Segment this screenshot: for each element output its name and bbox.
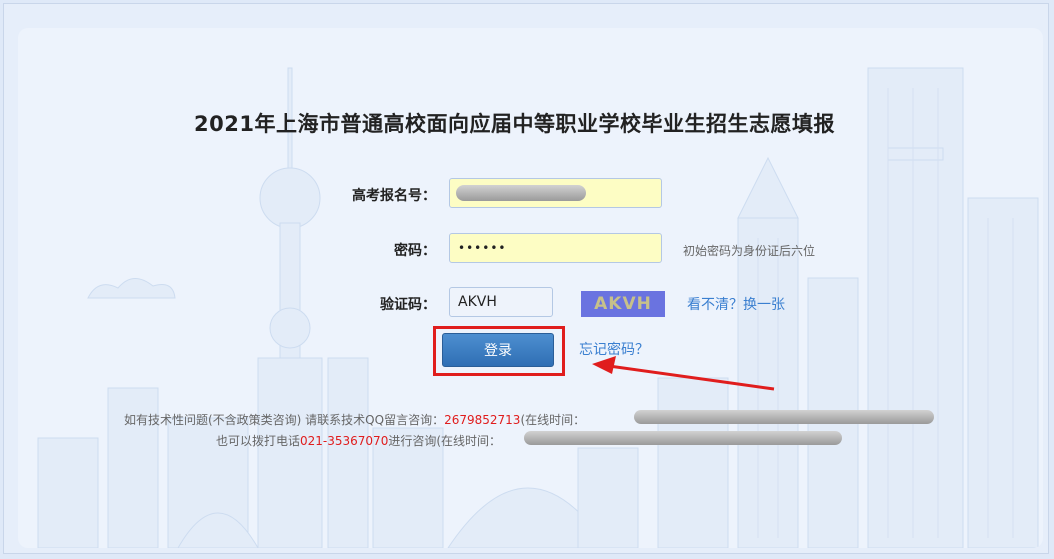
- redaction-bar: [634, 410, 934, 424]
- page-title: 2021年上海市普通高校面向应届中等职业学校毕业生招生志愿填报: [194, 112, 835, 136]
- captcha-label: 验证码：: [380, 297, 436, 313]
- password-value: ••••••: [458, 241, 507, 255]
- captcha-image[interactable]: AKVH: [581, 291, 665, 317]
- forgot-password-link[interactable]: 忘记密码？: [579, 339, 649, 359]
- page-frame: 2021年上海市普通高校面向应届中等职业学校毕业生招生志愿填报 高考报名号： 2…: [3, 3, 1049, 554]
- footer-line1-suffix: (在线时间：: [520, 413, 586, 427]
- password-hint: 初始密码为身份证后六位: [683, 244, 816, 258]
- footer-line-2: 也可以拨打电话021-35367070进行咨询(在线时间：: [216, 432, 501, 449]
- captcha-input[interactable]: AKVH: [449, 287, 553, 317]
- redaction-bar: [456, 185, 586, 201]
- footer-line1-prefix: 如有技术性问题(不含政策类咨询) 请联系技术QQ留言咨询：: [124, 413, 445, 427]
- captcha-value: AKVH: [458, 294, 497, 310]
- captcha-refresh-link[interactable]: 看不清？换一张: [687, 294, 785, 314]
- phone-number: 021-35367070: [300, 434, 389, 448]
- footer-line-1: 如有技术性问题(不含政策类咨询) 请联系技术QQ留言咨询：2679852713(…: [124, 411, 585, 428]
- footer-line2-suffix: 进行咨询(在线时间：: [388, 434, 502, 448]
- password-label: 密码：: [394, 243, 436, 259]
- login-button[interactable]: 登录: [442, 333, 554, 367]
- footer-line2-prefix: 也可以拨打电话: [216, 434, 301, 448]
- redaction-bar: [524, 431, 842, 445]
- password-input[interactable]: ••••••: [449, 233, 662, 263]
- exam-id-label: 高考报名号：: [352, 188, 436, 204]
- qq-number: 2679852713: [444, 413, 521, 427]
